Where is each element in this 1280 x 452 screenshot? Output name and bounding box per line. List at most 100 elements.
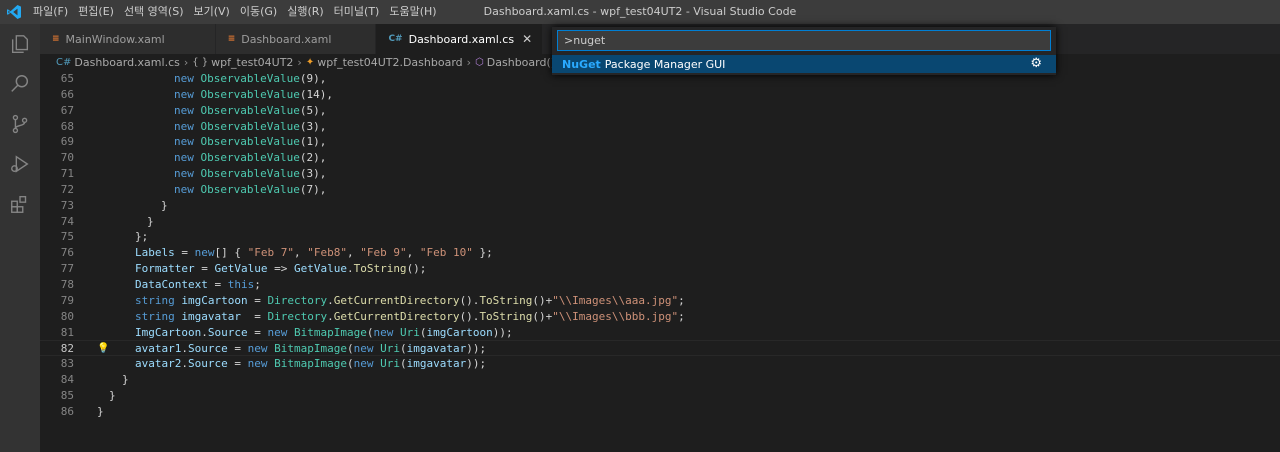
line-number: 65 <box>60 72 74 85</box>
line-code: new ObservableValue(1), <box>174 135 327 149</box>
breadcrumb-namespace[interactable]: wpf_test04UT2 <box>211 56 293 69</box>
line-number: 80 <box>60 309 74 323</box>
line-number: 66 <box>60 87 74 101</box>
line-code: new ObservableValue(9), <box>174 72 327 85</box>
code-line[interactable]: 80 string imgavatar = Directory.GetCurren… <box>40 309 1280 325</box>
close-icon[interactable]: ✕ <box>522 32 532 46</box>
explorer-icon[interactable] <box>0 24 40 64</box>
window-title: Dashboard.xaml.cs - wpf_test04UT2 - Visu… <box>483 5 797 18</box>
breadcrumb-file[interactable]: Dashboard.xaml.cs <box>74 56 179 69</box>
code-editor[interactable]: 65 new ObservableValue(9), 66 new Observabl… <box>40 71 1280 452</box>
gear-icon[interactable]: ⚙ <box>1030 56 1042 71</box>
line-code: new ObservableValue(14), <box>174 87 333 101</box>
chevron-right-icon: › <box>183 56 189 69</box>
csharp-icon: C# <box>56 57 72 68</box>
command-palette-input[interactable]: >nuget <box>557 30 1051 51</box>
source-control-icon[interactable] <box>0 104 40 144</box>
line-code: new ObservableValue(3), <box>174 119 327 133</box>
code-line[interactable]: 83 avatar2.Source = new BitmapImage(new U… <box>40 356 1280 372</box>
line-code: string imgavatar = Directory.GetCurrentD… <box>135 309 685 323</box>
line-code: DataContext = this; <box>135 277 261 291</box>
code-line[interactable]: 79 string imgCartoon = Directory.GetCurre… <box>40 293 1280 309</box>
code-line[interactable]: 86} <box>40 404 1280 420</box>
command-palette-result[interactable]: NuGet Package Manager GUI ⚙ <box>552 55 1056 73</box>
menu-file[interactable]: 파일(F) <box>28 0 73 24</box>
code-line[interactable]: 82 avatar1.Source = new BitmapImage(new U… <box>40 340 1280 357</box>
run-debug-icon[interactable] <box>0 144 40 184</box>
line-code: Formatter = GetValue => GetValue.ToStrin… <box>135 262 427 276</box>
code-line[interactable]: 72 new ObservableValue(7), <box>40 182 1280 198</box>
line-number: 86 <box>60 404 74 418</box>
line-code: } <box>97 404 104 418</box>
menu-terminal[interactable]: 터미널(T) <box>329 0 385 24</box>
menu-view[interactable]: 보기(V) <box>188 0 234 24</box>
line-number: 69 <box>60 135 74 149</box>
code-line[interactable]: 84} <box>40 372 1280 388</box>
code-line[interactable]: 73} <box>40 198 1280 214</box>
line-number: 82 <box>60 342 74 356</box>
command-palette: >nuget NuGet Package Manager GUI ⚙ <box>552 27 1056 75</box>
line-number: 79 <box>60 293 74 307</box>
rss-icon: ≡ <box>52 34 60 44</box>
line-number: 74 <box>60 214 74 228</box>
breadcrumb-class[interactable]: wpf_test04UT2.Dashboard <box>317 56 462 69</box>
code-line[interactable]: 71 new ObservableValue(3), <box>40 166 1280 182</box>
chevron-right-icon: › <box>297 56 302 69</box>
code-line[interactable]: 78 DataContext = this; <box>40 277 1280 293</box>
code-lines: 65 new ObservableValue(9), 66 new Observabl… <box>40 71 1280 420</box>
title-bar: 파일(F) 편집(E) 선택 영역(S) 보기(V) 이동(G) 실행(R) 터… <box>0 0 1280 24</box>
line-code: } <box>147 214 154 228</box>
code-line[interactable]: 66 new ObservableValue(14), <box>40 87 1280 103</box>
line-code: ImgCartoon.Source = new BitmapImage(new … <box>135 325 513 339</box>
line-code: string imgCartoon = Directory.GetCurrent… <box>135 293 685 307</box>
breadcrumb-method[interactable]: Dashboard() <box>487 56 555 69</box>
result-label: Package Manager GUI <box>604 57 726 71</box>
tab-label: Dashboard.xaml <box>241 32 332 46</box>
line-code: new ObservableValue(7), <box>174 182 327 196</box>
line-number: 71 <box>60 167 74 181</box>
line-number: 70 <box>60 151 74 165</box>
line-number: 81 <box>60 325 74 339</box>
menu-run[interactable]: 실행(R) <box>282 0 328 24</box>
tab-dashboard-xaml-cs[interactable]: C# Dashboard.xaml.cs ✕ <box>376 24 544 54</box>
menu-selection[interactable]: 선택 영역(S) <box>119 0 189 24</box>
code-line[interactable]: 70 new ObservableValue(2), <box>40 150 1280 166</box>
code-line[interactable]: 75}; <box>40 229 1280 245</box>
method-icon: ⬡ <box>475 57 484 68</box>
line-number: 68 <box>60 119 74 133</box>
line-code: }; <box>135 230 149 244</box>
line-number: 72 <box>60 182 74 196</box>
line-code: new ObservableValue(3), <box>174 167 327 181</box>
rss-icon: ≡ <box>227 34 236 44</box>
line-number: 73 <box>60 198 74 212</box>
tab-dashboard-xaml[interactable]: ≡ Dashboard.xaml <box>215 24 377 54</box>
tab-mainwindow-xaml[interactable]: ≡ MainWindow.xaml <box>40 24 216 54</box>
extensions-icon[interactable] <box>0 184 40 224</box>
line-code: } <box>109 388 116 402</box>
code-line[interactable]: 67 new ObservableValue(5), <box>40 103 1280 119</box>
line-code: avatar1.Source = new BitmapImage(new Uri… <box>135 342 487 356</box>
line-number: 75 <box>60 230 74 244</box>
code-line[interactable]: 68 new ObservableValue(3), <box>40 119 1280 135</box>
line-code: } <box>122 373 129 387</box>
code-line[interactable]: 74} <box>40 214 1280 230</box>
tab-label: Dashboard.xaml.cs <box>408 32 515 46</box>
code-line[interactable]: 85} <box>40 388 1280 404</box>
menu-help[interactable]: 도움말(H) <box>384 0 441 24</box>
code-line[interactable]: 81 ImgCartoon.Source = new BitmapImage(ne… <box>40 325 1280 341</box>
activity-bar <box>0 24 40 452</box>
line-code: avatar2.Source = new BitmapImage(new Uri… <box>135 357 487 371</box>
line-number: 76 <box>60 246 74 260</box>
search-icon[interactable] <box>0 64 40 104</box>
menu-go[interactable]: 이동(G) <box>235 0 282 24</box>
code-line[interactable]: 76 Labels = new[] { "Feb 7", "Feb8", "Feb… <box>40 245 1280 261</box>
menu-bar: 파일(F) 편집(E) 선택 영역(S) 보기(V) 이동(G) 실행(R) 터… <box>28 0 442 24</box>
lightbulb-icon[interactable]: 💡 <box>97 341 109 357</box>
vscode-logo-icon <box>0 0 28 24</box>
code-line[interactable]: 69 new ObservableValue(1), <box>40 134 1280 150</box>
line-number: 83 <box>60 357 74 371</box>
code-line[interactable]: 77 Formatter = GetValue => GetValue.ToStr… <box>40 261 1280 277</box>
class-icon: ✦ <box>305 57 315 68</box>
menu-edit[interactable]: 편집(E) <box>73 0 119 24</box>
line-code: } <box>161 198 168 212</box>
